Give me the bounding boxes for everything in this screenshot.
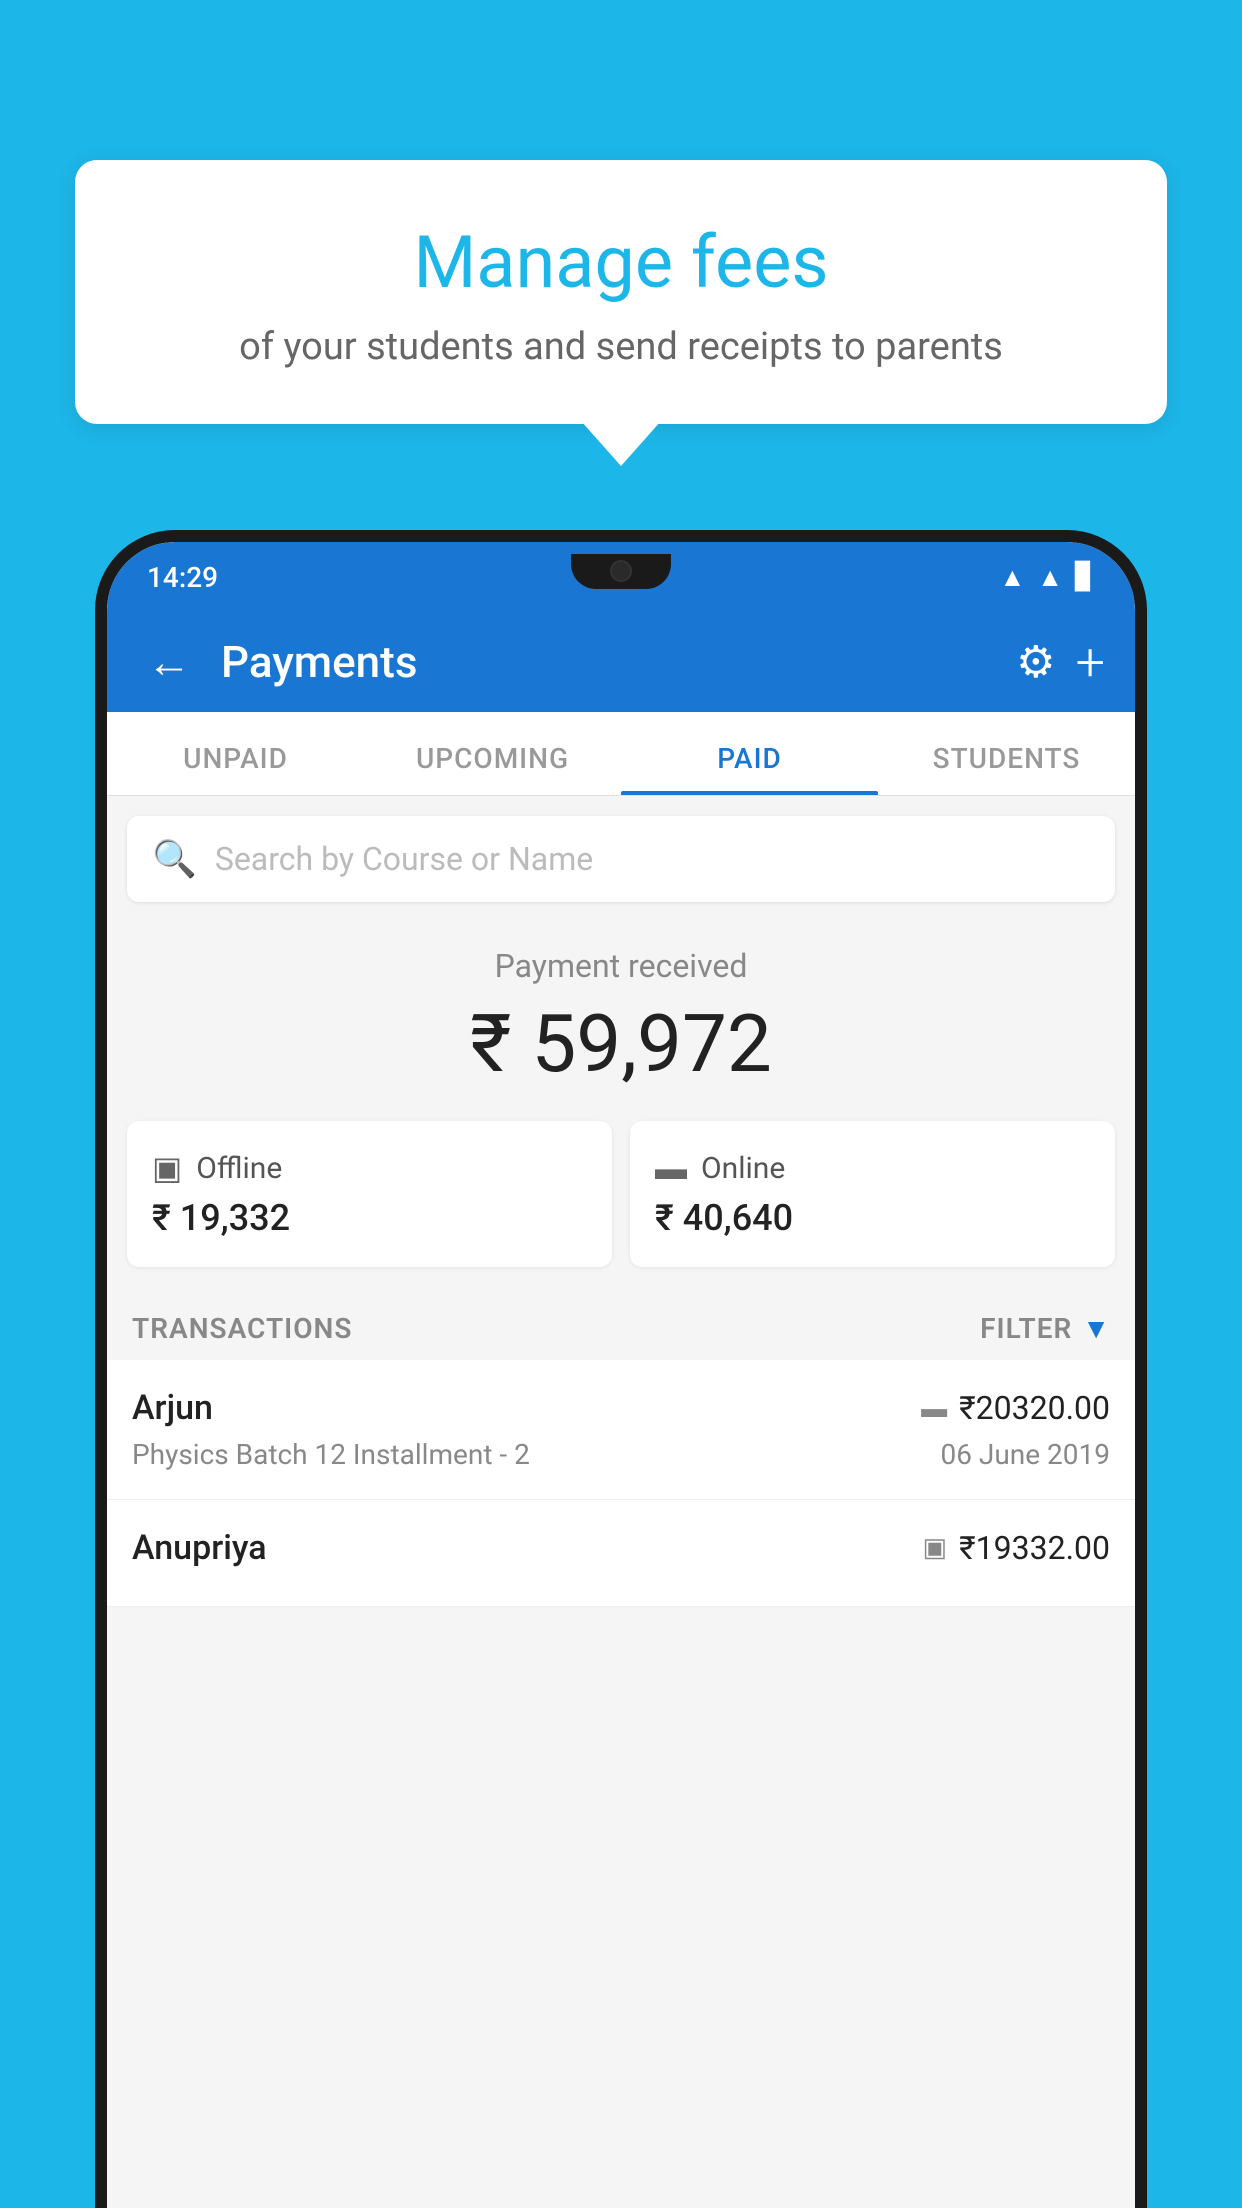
payment-cards: ▣ Offline ₹ 19,332 ▬ Online ₹ 40,640 (127, 1121, 1115, 1267)
bubble-subtitle: of your students and send receipts to pa… (125, 325, 1117, 369)
transaction-course: Physics Batch 12 Installment - 2 (132, 1438, 530, 1471)
main-content: 🔍 Search by Course or Name Payment recei… (107, 816, 1135, 1607)
offline-payment-card: ▣ Offline ₹ 19,332 (127, 1121, 612, 1267)
tab-students[interactable]: STUDENTS (878, 712, 1135, 795)
search-icon: 🔍 (152, 838, 197, 880)
app-bar: ← Payments (107, 612, 1135, 712)
settings-icon[interactable] (1016, 636, 1055, 688)
search-bar[interactable]: 🔍 Search by Course or Name (127, 816, 1115, 902)
offline-label: Offline (196, 1151, 282, 1186)
online-amount: ₹ 40,640 (655, 1197, 1090, 1239)
transaction-amount-container: ▣ ₹19332.00 (923, 1529, 1110, 1567)
transaction-name: Anupriya (132, 1528, 267, 1568)
offline-icon: ▣ (152, 1149, 182, 1187)
tab-unpaid[interactable]: UNPAID (107, 712, 364, 795)
signal-icon: ▲ (1037, 562, 1063, 593)
app-bar-title: Payments (221, 636, 996, 688)
online-label: Online (701, 1151, 785, 1186)
phone-frame: 14:29 ▲ ▲ ▊ ← Payments UNPAID UPCOMING (95, 530, 1147, 2208)
offline-amount: ₹ 19,332 (152, 1197, 587, 1239)
phone-screen: 14:29 ▲ ▲ ▊ ← Payments UNPAID UPCOMING (107, 542, 1135, 2208)
tabs-bar: UNPAID UPCOMING PAID STUDENTS (107, 712, 1135, 796)
filter-button[interactable]: FILTER ▼ (980, 1312, 1110, 1345)
offline-card-header: ▣ Offline (152, 1149, 587, 1187)
transaction-row-1: Anupriya ▣ ₹19332.00 (132, 1528, 1110, 1568)
total-payment-amount: ₹ 59,972 (127, 997, 1115, 1091)
transaction-row-2: Physics Batch 12 Installment - 2 06 June… (132, 1438, 1110, 1471)
transaction-amount-container: ▬ ₹20320.00 (921, 1389, 1110, 1427)
transaction-row-1: Arjun ▬ ₹20320.00 (132, 1388, 1110, 1428)
payment-received-label: Payment received (127, 947, 1115, 985)
transactions-label: TRANSACTIONS (132, 1312, 352, 1345)
transactions-header: TRANSACTIONS FILTER ▼ (107, 1292, 1135, 1360)
add-button[interactable] (1076, 632, 1105, 693)
battery-icon: ▊ (1075, 562, 1095, 592)
transaction-amount: ₹20320.00 (959, 1389, 1110, 1427)
filter-icon: ▼ (1082, 1312, 1110, 1345)
tab-upcoming[interactable]: UPCOMING (364, 712, 621, 795)
status-icons: ▲ ▲ ▊ (1000, 562, 1095, 593)
transaction-item[interactable]: Arjun ▬ ₹20320.00 Physics Batch 12 Insta… (107, 1360, 1135, 1500)
back-button[interactable]: ← (137, 626, 201, 698)
online-payment-card: ▬ Online ₹ 40,640 (630, 1121, 1115, 1267)
payment-summary: Payment received ₹ 59,972 (107, 902, 1135, 1121)
transaction-date: 06 June 2019 (940, 1438, 1110, 1471)
front-camera (610, 560, 632, 582)
status-time: 14:29 (147, 561, 218, 594)
offline-payment-icon: ▣ (923, 1533, 948, 1563)
search-input[interactable]: Search by Course or Name (215, 840, 593, 878)
online-card-header: ▬ Online (655, 1149, 1090, 1187)
speech-bubble: Manage fees of your students and send re… (75, 160, 1167, 424)
bubble-title: Manage fees (125, 220, 1117, 305)
tab-paid[interactable]: PAID (621, 712, 878, 795)
wifi-icon: ▲ (1000, 562, 1026, 593)
online-payment-icon: ▬ (921, 1393, 947, 1424)
app-bar-actions (1016, 632, 1105, 693)
transaction-name: Arjun (132, 1388, 213, 1428)
transaction-item[interactable]: Anupriya ▣ ₹19332.00 (107, 1500, 1135, 1607)
online-icon: ▬ (655, 1149, 687, 1187)
filter-label: FILTER (980, 1312, 1072, 1345)
phone-notch (571, 554, 671, 589)
transaction-amount: ₹19332.00 (959, 1529, 1110, 1567)
